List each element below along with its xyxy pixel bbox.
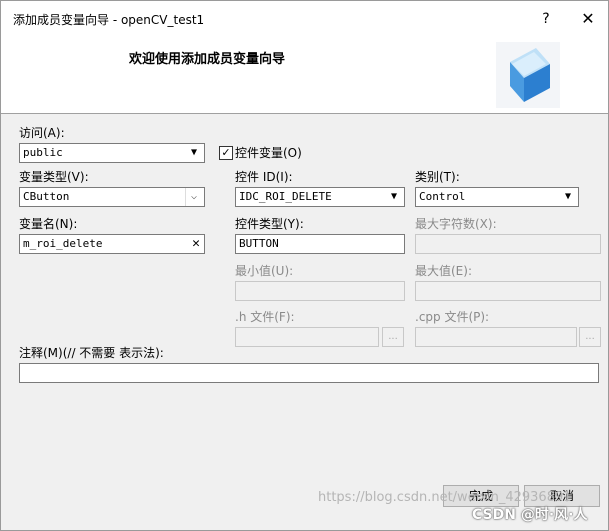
cpp-file-input	[415, 327, 577, 347]
wizard-header-title: 欢迎使用添加成员变量向导	[129, 52, 286, 67]
chevron-down-icon: ▼	[564, 191, 572, 202]
comment-input[interactable]	[19, 363, 599, 383]
access-value: public	[23, 146, 63, 159]
variable-type-value: CButton	[23, 190, 70, 203]
chevron-down-icon: ▼	[190, 147, 198, 158]
max-value-input	[415, 281, 601, 301]
variable-name-label: 变量名(N):	[19, 217, 78, 231]
chevron-down-icon: ▼	[390, 191, 398, 202]
control-type-value: BUTTON	[239, 237, 279, 250]
max-chars-input	[415, 234, 601, 254]
cpp-file-browse-button: ...	[579, 327, 601, 347]
title-bar: 添加成员变量向导 - openCV_test1 ? ✕	[1, 1, 608, 35]
category-label: 类别(T):	[415, 170, 460, 184]
category-combo[interactable]: Control ▼	[415, 187, 579, 207]
control-variable-checkbox[interactable]: ✓	[219, 146, 233, 160]
control-variable-label: 控件变量(O)	[235, 146, 302, 160]
max-value-label: 最大值(E):	[415, 264, 472, 278]
variable-name-input[interactable]: m_roi_delete ✕	[19, 234, 205, 254]
wizard-body	[1, 114, 608, 530]
control-id-combo[interactable]: IDC_ROI_DELETE ▼	[235, 187, 405, 207]
control-id-label: 控件 ID(I):	[235, 170, 293, 184]
min-value-label: 最小值(U):	[235, 264, 294, 278]
variable-type-combo[interactable]: CButton ⌵	[19, 187, 205, 207]
blog-url-watermark: https://blog.csdn.net/weixin_42936891	[318, 490, 572, 505]
access-combo[interactable]: public ▼	[19, 143, 205, 163]
max-chars-label: 最大字符数(X):	[415, 217, 497, 231]
cpp-file-label: .cpp 文件(P):	[415, 310, 490, 324]
access-label: 访问(A):	[19, 126, 65, 140]
control-id-value: IDC_ROI_DELETE	[239, 190, 332, 203]
control-type-input[interactable]: BUTTON	[235, 234, 405, 254]
clear-icon[interactable]: ✕	[192, 235, 200, 253]
min-value-input	[235, 281, 405, 301]
h-file-browse-button: ...	[382, 327, 404, 347]
chevron-down-icon: ⌵	[185, 188, 202, 206]
category-value: Control	[419, 190, 466, 203]
h-file-input	[235, 327, 379, 347]
comment-label: 注释(M)(// 不需要 表示法):	[19, 346, 164, 360]
wizard-cube-icon	[496, 42, 560, 108]
variable-name-value: m_roi_delete	[23, 237, 103, 250]
wizard-header: 欢迎使用添加成员变量向导	[1, 35, 608, 113]
help-button[interactable]: ?	[536, 9, 556, 29]
close-button[interactable]: ✕	[578, 9, 598, 29]
control-type-label: 控件类型(Y):	[235, 217, 304, 231]
h-file-label: .h 文件(F):	[235, 310, 295, 324]
csdn-watermark: CSDN @时·风·人	[472, 507, 588, 523]
variable-type-label: 变量类型(V):	[19, 170, 89, 184]
window-title: 添加成员变量向导 - openCV_test1	[13, 13, 205, 27]
add-member-variable-wizard-dialog: 添加成员变量向导 - openCV_test1 ? ✕ 欢迎使用添加成员变量向导…	[0, 0, 609, 531]
